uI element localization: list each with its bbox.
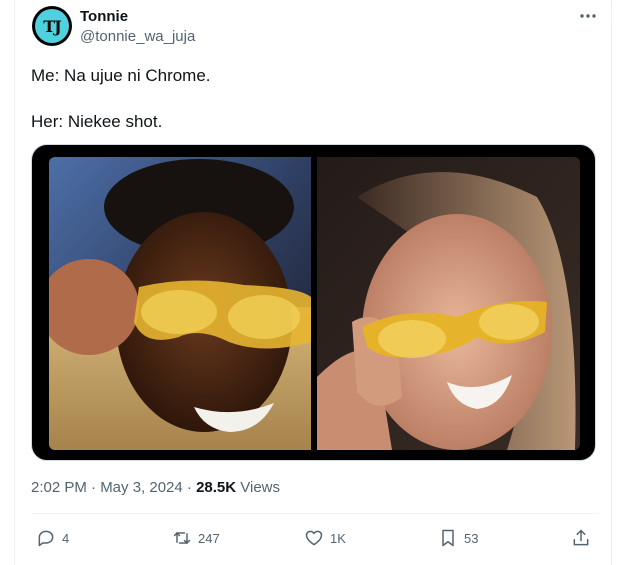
bookmark-icon	[438, 528, 458, 548]
tweet-media[interactable]	[31, 144, 596, 461]
bookmark-count: 53	[464, 530, 479, 546]
action-bar: 4 247 1K 53	[31, 524, 598, 552]
share-icon	[571, 528, 591, 548]
media-photo-woman[interactable]	[317, 157, 580, 450]
timestamp[interactable]: 2:02 PM · May 3, 2024 ·	[31, 479, 196, 496]
bookmark-button[interactable]: 53	[438, 524, 478, 552]
views-label: Views	[236, 479, 281, 496]
reply-button[interactable]: 4	[36, 524, 69, 552]
like-count: 1K	[330, 530, 346, 546]
views-count: 28.5K	[196, 479, 237, 496]
media-photo-man[interactable]	[49, 157, 311, 450]
tweet-meta: 2:02 PM · May 3, 2024 · 28.5K Views	[31, 479, 280, 496]
reply-icon	[36, 528, 56, 548]
more-icon[interactable]	[576, 6, 600, 26]
author-name[interactable]: Tonnie	[80, 8, 128, 25]
author-handle[interactable]: @tonnie_wa_juja	[80, 28, 195, 45]
divider	[31, 513, 598, 514]
retweet-button[interactable]: 247	[172, 524, 220, 552]
reply-count: 4	[62, 530, 70, 546]
share-button[interactable]	[571, 524, 591, 552]
retweet-icon	[172, 528, 192, 548]
retweet-count: 247	[198, 530, 220, 546]
tweet-text-line: Me: Na ujue ni Chrome.	[31, 66, 211, 85]
like-button[interactable]: 1K	[304, 524, 346, 552]
avatar[interactable]: TJ	[32, 6, 72, 46]
heart-icon	[304, 528, 324, 548]
tweet-text: Me: Na ujue ni Chrome. Her: Niekee shot.	[31, 64, 591, 133]
avatar-initials: TJ	[35, 9, 69, 43]
tweet-text-line: Her: Niekee shot.	[31, 112, 163, 131]
